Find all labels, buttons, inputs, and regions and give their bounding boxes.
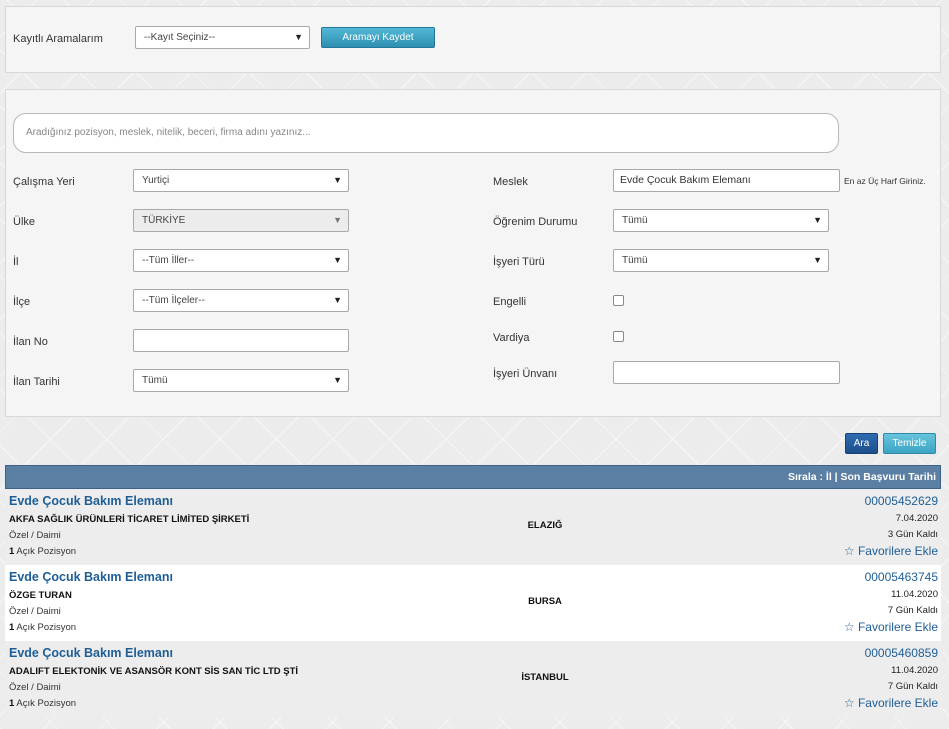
work-place-label: Çalışma Yeri: [13, 176, 75, 188]
dropdown-arrow-icon: ▼: [333, 375, 342, 385]
result-date: 11.04.2020: [891, 589, 938, 600]
employer-type-label: İşyeri Türü: [493, 256, 545, 268]
result-title[interactable]: Evde Çocuk Bakım Elemanı: [9, 570, 173, 584]
profession-input[interactable]: Evde Çocuk Bakım Elemanı: [613, 169, 840, 192]
results-sort-bar: Sırala : İl | Son Başvuru Tarihi: [5, 465, 941, 489]
listing-date-label: İlan Tarihi: [13, 376, 60, 388]
listing-no-input[interactable]: [133, 329, 349, 352]
result-city: İSTANBUL: [521, 672, 569, 683]
result-row: Evde Çocuk Bakım Elemanı ADALIFT ELEKTON…: [5, 641, 941, 717]
add-favorite-link[interactable]: ☆ Favorilere Ekle: [844, 620, 938, 634]
province-label: İl: [13, 256, 19, 268]
result-date: 7.04.2020: [895, 513, 938, 524]
dropdown-arrow-icon: ▼: [294, 32, 303, 42]
add-favorite-link[interactable]: ☆ Favorilere Ekle: [844, 544, 938, 558]
district-label: İlçe: [13, 296, 31, 308]
result-days-left: 7 Gün Kaldı: [887, 605, 938, 616]
employer-type-select[interactable]: Tümü ▼: [613, 249, 829, 272]
result-number[interactable]: 00005452629: [865, 494, 938, 508]
shift-label: Vardiya: [493, 332, 530, 344]
listing-no-label: İlan No: [13, 336, 48, 348]
star-icon: ☆: [843, 696, 855, 710]
province-select[interactable]: --Tüm İller-- ▼: [133, 249, 349, 272]
dropdown-arrow-icon: ▼: [333, 175, 342, 185]
education-label: Öğrenim Durumu: [493, 216, 578, 228]
work-place-select[interactable]: Yurtiçi ▼: [133, 169, 349, 192]
result-company: ADALIFT ELEKTONİK VE ASANSÖR KONT SİS SA…: [9, 666, 299, 677]
dropdown-arrow-icon: ▼: [333, 215, 342, 225]
dropdown-arrow-icon: ▼: [333, 255, 342, 265]
disabled-label: Engelli: [493, 296, 527, 308]
result-company: ÖZGE TURAN: [9, 590, 72, 601]
result-row: Evde Çocuk Bakım Elemanı ÖZGE TURAN Özel…: [5, 565, 941, 641]
result-row: Evde Çocuk Bakım Elemanı AKFA SAĞLIK ÜRÜ…: [5, 489, 941, 565]
shift-checkbox[interactable]: [613, 331, 624, 342]
saved-searches-label: Kayıtlı Aramalarım: [13, 33, 103, 45]
result-number[interactable]: 00005463745: [865, 570, 938, 584]
employer-title-input[interactable]: [613, 361, 840, 384]
result-title[interactable]: Evde Çocuk Bakım Elemanı: [9, 646, 173, 660]
keyword-search-input[interactable]: Aradığınız pozisyon, meslek, nitelik, be…: [13, 113, 839, 153]
sort-text[interactable]: Sırala : İl | Son Başvuru Tarihi: [788, 471, 936, 483]
disabled-checkbox[interactable]: [613, 295, 624, 306]
result-title[interactable]: Evde Çocuk Bakım Elemanı: [9, 494, 173, 508]
profession-label: Meslek: [493, 176, 528, 188]
profession-hint: En az Üç Harf Giriniz.: [844, 176, 926, 186]
result-city: ELAZIĞ: [527, 520, 563, 531]
result-positions: 1 Açık Pozisyon: [9, 546, 77, 557]
star-icon: ☆: [843, 544, 855, 558]
district-select[interactable]: --Tüm İlçeler-- ▼: [133, 289, 349, 312]
country-select: TÜRKİYE ▼: [133, 209, 349, 232]
search-button[interactable]: Ara: [845, 433, 878, 454]
add-favorite-link[interactable]: ☆ Favorilere Ekle: [844, 696, 938, 710]
dropdown-arrow-icon: ▼: [813, 215, 822, 225]
result-date: 11.04.2020: [891, 665, 938, 676]
education-select[interactable]: Tümü ▼: [613, 209, 829, 232]
star-icon: ☆: [843, 620, 855, 634]
clear-button[interactable]: Temizle: [883, 433, 936, 454]
result-city: BURSA: [528, 596, 562, 607]
result-positions: 1 Açık Pozisyon: [9, 698, 77, 709]
result-days-left: 7 Gün Kaldı: [887, 681, 938, 692]
result-type: Özel / Daimi: [9, 606, 61, 617]
dropdown-arrow-icon: ▼: [333, 295, 342, 305]
saved-searches-panel: Kayıtlı Aramalarım --Kayıt Seçiniz-- ▼ A…: [5, 6, 941, 73]
save-search-button[interactable]: Aramayı Kaydet: [321, 27, 435, 48]
result-type: Özel / Daimi: [9, 530, 61, 541]
employer-title-label: İşyeri Ünvanı: [493, 368, 558, 380]
result-positions: 1 Açık Pozisyon: [9, 622, 77, 633]
listing-date-select[interactable]: Tümü ▼: [133, 369, 349, 392]
result-number[interactable]: 00005460859: [865, 646, 938, 660]
country-label: Ülke: [13, 216, 36, 228]
result-company: AKFA SAĞLIK ÜRÜNLERİ TİCARET LİMİTED ŞİR…: [9, 514, 250, 525]
result-type: Özel / Daimi: [9, 682, 61, 693]
saved-searches-select[interactable]: --Kayıt Seçiniz-- ▼: [135, 26, 310, 49]
dropdown-arrow-icon: ▼: [813, 255, 822, 265]
result-days-left: 3 Gün Kaldı: [887, 529, 938, 540]
